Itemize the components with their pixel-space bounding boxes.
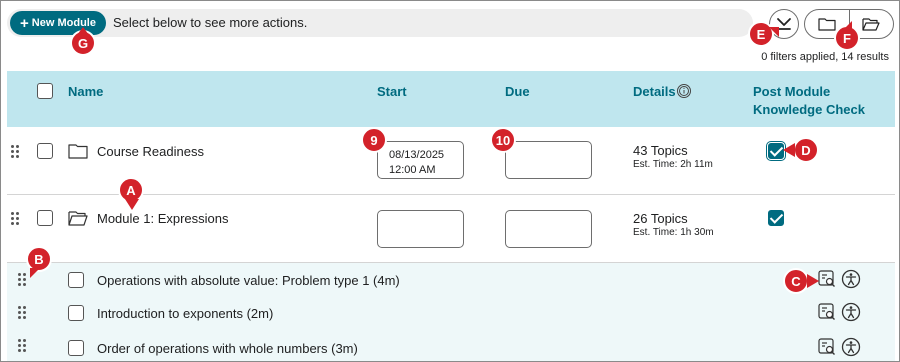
topic-select-checkbox[interactable] [68, 340, 84, 356]
new-module-button[interactable]: + New Module [10, 11, 106, 35]
results-summary: 0 filters applied, 14 results [761, 51, 889, 63]
callout-d: D [793, 137, 819, 163]
callout-10: 10 [490, 127, 516, 153]
column-details: Details [633, 84, 676, 99]
drag-handle-icon[interactable] [18, 339, 26, 352]
preview-icon[interactable] [817, 337, 837, 357]
module-row[interactable]: Module 1: Expressions 26 Topics Est. Tim… [7, 195, 895, 263]
table-header: Name Start Due Details Post Module Knowl… [7, 71, 895, 127]
topic-count: 26 Topics [633, 211, 688, 226]
info-icon[interactable] [676, 83, 692, 99]
course-content-panel: + New Module Select below to see more ac… [0, 0, 900, 362]
topic-row[interactable]: Operations with absolute value: Problem … [7, 263, 895, 296]
topic-row[interactable]: Order of operations with whole numbers (… [7, 329, 895, 361]
topic-select-checkbox[interactable] [68, 305, 84, 321]
toolbar-hint: Select below to see more actions. [113, 15, 308, 30]
knowledge-check-checkbox[interactable] [768, 210, 784, 226]
callout-a-pointer [125, 199, 139, 210]
module-select-checkbox[interactable] [37, 143, 53, 159]
topic-select-checkbox[interactable] [68, 272, 84, 288]
start-date-field[interactable] [377, 210, 464, 248]
module-select-checkbox[interactable] [37, 210, 53, 226]
column-knowledge-check-line2: Knowledge Check [753, 102, 865, 117]
estimated-time: Est. Time: 2h 11m [633, 159, 713, 170]
select-all-checkbox[interactable] [37, 83, 53, 99]
preview-icon[interactable] [817, 269, 837, 289]
topic-count: 43 Topics [633, 143, 688, 158]
plus-icon: + [20, 14, 29, 32]
callout-g-pointer [77, 27, 89, 35]
column-knowledge-check-line1: Post Module [753, 84, 831, 99]
estimated-time: Est. Time: 1h 30m [633, 227, 714, 238]
callout-b-pointer [30, 268, 40, 278]
folder-open-icon [68, 211, 88, 226]
start-date-value: 08/13/2025 [389, 149, 445, 161]
drag-handle-icon[interactable] [11, 145, 19, 158]
column-name[interactable]: Name [68, 84, 103, 99]
callout-e-pointer [769, 27, 779, 37]
start-time-value: 12:00 AM [389, 164, 436, 176]
knowledge-check-checkbox[interactable] [766, 141, 786, 161]
column-due[interactable]: Due [505, 84, 530, 99]
column-start[interactable]: Start [377, 84, 407, 99]
topic-name[interactable]: Introduction to exponents (2m) [97, 306, 273, 321]
due-date-field[interactable] [505, 210, 592, 248]
folder-icon [68, 144, 88, 159]
topic-row[interactable]: Introduction to exponents (2m) [7, 296, 895, 329]
folder-open-icon [862, 18, 880, 31]
topic-name[interactable]: Operations with absolute value: Problem … [97, 273, 400, 288]
due-date-field[interactable] [505, 141, 592, 179]
folder-icon [818, 18, 836, 31]
drag-handle-icon[interactable] [11, 212, 19, 225]
start-date-field[interactable]: 08/13/2025 12:00 AM [377, 141, 464, 179]
drag-handle-icon[interactable] [18, 273, 26, 286]
accessibility-icon[interactable] [841, 269, 861, 289]
module-name[interactable]: Course Readiness [97, 144, 204, 159]
callout-c: C [783, 268, 809, 294]
drag-handle-icon[interactable] [18, 306, 26, 319]
callout-d-pointer [783, 143, 795, 157]
column-details-label: Details [633, 84, 676, 99]
callout-9: 9 [361, 127, 387, 153]
module-name[interactable]: Module 1: Expressions [97, 211, 229, 226]
callout-c-pointer [807, 274, 819, 288]
topic-name[interactable]: Order of operations with whole numbers (… [97, 341, 358, 356]
accessibility-icon[interactable] [841, 337, 861, 357]
accessibility-icon[interactable] [841, 302, 861, 322]
preview-icon[interactable] [817, 302, 837, 322]
callout-f-pointer [844, 21, 852, 29]
